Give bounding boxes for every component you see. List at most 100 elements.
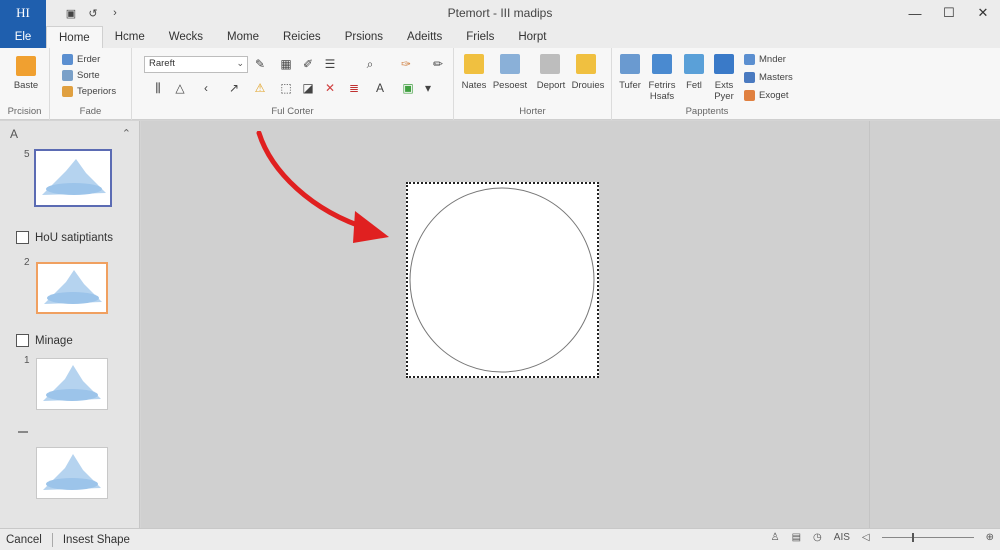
close-button[interactable]: ✕ [966, 0, 1000, 26]
chevron-left-icon[interactable]: ‹ [198, 81, 214, 95]
section-checkbox[interactable] [16, 231, 29, 244]
window-controls: — ☐ ✕ [898, 0, 1000, 26]
drawings-label[interactable]: Drouies [568, 80, 608, 91]
save-icon[interactable]: ▣ [64, 7, 78, 20]
search-icon[interactable]: ⌕ [362, 57, 378, 72]
triangle-icon[interactable]: △ [172, 81, 188, 95]
selected-shape[interactable] [406, 182, 599, 378]
section-header-2[interactable]: Minage [16, 334, 73, 347]
drawings-icon[interactable] [576, 54, 596, 74]
order-button[interactable]: Erder [62, 54, 100, 65]
align-icon[interactable]: ⫼ [150, 81, 166, 96]
present-icon[interactable] [500, 54, 520, 74]
section-header-1[interactable]: HoU satiptiants [16, 231, 113, 244]
properties-button[interactable]: Teperiors [62, 86, 116, 97]
maximize-button[interactable]: ☐ [932, 0, 966, 26]
status-cancel[interactable]: Cancel [0, 534, 42, 546]
status-separator [51, 532, 53, 547]
font-name-select[interactable]: Rareft ⌄ [144, 56, 248, 73]
mnder-button[interactable]: Mnder [744, 54, 786, 65]
tab-wecks[interactable]: Wecks [157, 26, 215, 48]
customize-icon[interactable]: › [108, 7, 122, 20]
zoom-slider-thumb[interactable] [911, 533, 914, 542]
masters-button[interactable]: Masters [744, 72, 793, 83]
zoom-level[interactable]: AIS [834, 532, 850, 543]
tab-mome[interactable]: Mome [215, 26, 271, 48]
slide-thumbnail-3[interactable] [36, 358, 108, 410]
collapse-icon[interactable]: ⌃ [122, 127, 131, 140]
warning-icon[interactable]: ⚠ [252, 81, 268, 95]
mountain-image [43, 365, 101, 401]
slide-thumbnail-2[interactable] [36, 262, 108, 314]
app-logo: HI [0, 0, 46, 26]
sort-icon [62, 70, 73, 81]
slide-number: 2 [24, 257, 30, 268]
features-icon[interactable] [652, 54, 672, 74]
fill-label[interactable]: Fetl [680, 80, 708, 91]
picture-icon[interactable]: ▣ [400, 81, 416, 95]
paste-icon[interactable] [16, 56, 36, 76]
export-icon [744, 90, 755, 101]
report-label[interactable]: Deport [534, 80, 568, 91]
notes-icon[interactable] [464, 54, 484, 74]
mountain-image [43, 454, 101, 490]
slide-canvas[interactable] [141, 121, 869, 528]
pencil-icon[interactable]: ✏ [430, 57, 446, 71]
exts-icon[interactable] [714, 54, 734, 74]
circle-shape[interactable] [408, 184, 597, 376]
undo-icon[interactable]: ↺ [86, 7, 100, 20]
shape-icon[interactable]: ⬚ [278, 81, 294, 95]
paste-label[interactable]: Baste [8, 80, 44, 91]
tab-adeitts[interactable]: Adeitts [395, 26, 454, 48]
properties-icon [62, 86, 73, 97]
present-label[interactable]: Pesoest [490, 80, 530, 91]
tab-horpt[interactable]: Horpt [506, 26, 558, 48]
features-label[interactable]: Fetrirs Hsafs [644, 80, 680, 102]
slide-thumbnail-1[interactable] [34, 149, 112, 207]
tab-file[interactable]: Ele [0, 26, 46, 48]
table-icon[interactable]: ▦ [278, 57, 294, 71]
window-title: Ptemort - III madips [447, 6, 553, 20]
ribbon: Baste Prcision Erder Sorte Teperiors Fad… [0, 48, 1000, 120]
sort-button[interactable]: Sorte [62, 70, 100, 81]
mountain-image [44, 270, 102, 304]
tab-friels[interactable]: Friels [454, 26, 506, 48]
clock-icon[interactable]: ◷ [813, 532, 822, 543]
tab-hcme[interactable]: Hcme [103, 26, 157, 48]
close-x-icon[interactable]: ✕ [322, 81, 338, 95]
pen-icon[interactable]: ✐ [300, 57, 316, 71]
section-checkbox[interactable] [16, 334, 29, 347]
zoom-out-icon[interactable]: ◁ [862, 532, 870, 543]
slide-thumbnail-4[interactable] [36, 447, 108, 499]
status-bar: Cancel Insest Shape ♙ ▤ ◷ AIS ◁ ⊕ [0, 528, 1000, 550]
fill-icon[interactable]: ◪ [300, 81, 316, 95]
ribbon-group-clipboard: Baste Prcision [0, 48, 50, 120]
right-pane [869, 121, 1000, 528]
status-right: ♙ ▤ ◷ AIS ◁ ⊕ [771, 532, 994, 543]
export-button[interactable]: Exoget [744, 90, 789, 101]
filter-label[interactable]: Tufer [616, 80, 644, 91]
arrow-icon[interactable]: ↗ [226, 81, 242, 95]
list-icon[interactable]: ☰ [322, 57, 338, 71]
filter-icon[interactable] [620, 54, 640, 74]
zoom-slider[interactable] [881, 533, 974, 542]
zoom-in-icon[interactable]: ⊕ [986, 532, 994, 543]
notes-label[interactable]: Nates [460, 80, 488, 91]
font-size-icon[interactable]: A [372, 81, 388, 95]
notes-view-icon[interactable]: ▤ [792, 532, 801, 543]
report-icon[interactable] [540, 54, 560, 74]
ribbon-tabs: Ele Home Hcme Wecks Mome Reicies Prsions… [0, 26, 1000, 48]
group-label-font: Ful Corter [271, 106, 314, 117]
minimize-button[interactable]: — [898, 0, 932, 26]
tab-home[interactable]: Home [46, 26, 103, 48]
format-painter-icon[interactable]: ✎ [252, 57, 268, 71]
more-icon[interactable]: ▾ [420, 81, 436, 95]
fill-shape-icon[interactable] [684, 54, 704, 74]
brush-icon[interactable]: ✑ [398, 57, 414, 71]
tab-prsions[interactable]: Prsions [333, 26, 395, 48]
text-color-icon[interactable]: ≣ [346, 81, 362, 95]
group-label-editing: Papptents [685, 106, 729, 117]
exts-label[interactable]: Exts Pyer [710, 80, 738, 102]
tab-reicies[interactable]: Reicies [271, 26, 333, 48]
accessibility-icon[interactable]: ♙ [771, 532, 780, 543]
